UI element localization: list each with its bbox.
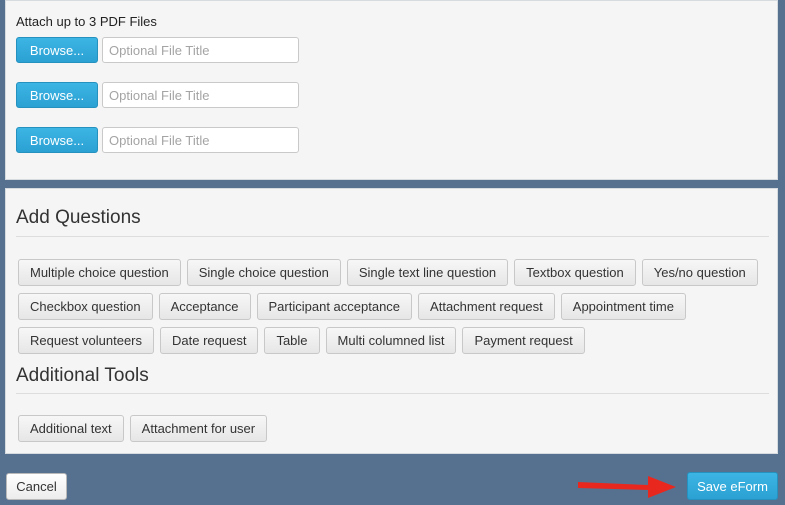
payment-request-button[interactable]: Payment request <box>462 327 585 354</box>
arrow-shape <box>578 476 676 498</box>
additional-text-button[interactable]: Additional text <box>18 415 124 442</box>
divider <box>16 236 769 237</box>
single-text-line-question-button[interactable]: Single text line question <box>346 259 509 286</box>
date-request-button[interactable]: Date request <box>160 327 259 354</box>
textbox-question-button[interactable]: Textbox question <box>514 259 636 286</box>
attachments-title: Attach up to 3 PDF Files <box>16 14 157 29</box>
table-button[interactable]: Table <box>264 327 320 354</box>
red-arrow-icon <box>578 476 676 498</box>
additional-tools-heading: Additional Tools <box>16 365 149 386</box>
request-volunteers-button[interactable]: Request volunteers <box>18 327 155 354</box>
participant-acceptance-button[interactable]: Participant acceptance <box>256 293 413 320</box>
question-row-3: Request volunteers Date request Table Mu… <box>18 327 585 354</box>
browse-button-3[interactable]: Browse... <box>16 127 98 153</box>
attachment-request-button[interactable]: Attachment request <box>418 293 555 320</box>
question-row-1: Multiple choice question Single choice q… <box>18 259 758 286</box>
attachments-panel: Attach up to 3 PDF Files Browse... Brows… <box>5 0 778 180</box>
add-questions-heading: Add Questions <box>16 207 141 228</box>
appointment-time-button[interactable]: Appointment time <box>560 293 686 320</box>
browse-button-2[interactable]: Browse... <box>16 82 98 108</box>
acceptance-button[interactable]: Acceptance <box>158 293 251 320</box>
file-title-input-3[interactable] <box>102 127 299 153</box>
attachment-for-user-button[interactable]: Attachment for user <box>129 415 268 442</box>
save-eform-button[interactable]: Save eForm <box>687 472 778 500</box>
multiple-choice-question-button[interactable]: Multiple choice question <box>18 259 181 286</box>
checkbox-question-button[interactable]: Checkbox question <box>18 293 153 320</box>
questions-panel: Add Questions Multiple choice question S… <box>5 188 778 454</box>
tools-row: Additional text Attachment for user <box>18 415 268 442</box>
question-row-2: Checkbox question Acceptance Participant… <box>18 293 686 320</box>
cancel-button[interactable]: Cancel <box>6 473 67 500</box>
yes-no-question-button[interactable]: Yes/no question <box>641 259 758 286</box>
multi-columned-list-button[interactable]: Multi columned list <box>325 327 457 354</box>
browse-button-1[interactable]: Browse... <box>16 37 98 63</box>
file-title-input-2[interactable] <box>102 82 299 108</box>
single-choice-question-button[interactable]: Single choice question <box>186 259 341 286</box>
file-title-input-1[interactable] <box>102 37 299 63</box>
divider <box>16 393 769 394</box>
